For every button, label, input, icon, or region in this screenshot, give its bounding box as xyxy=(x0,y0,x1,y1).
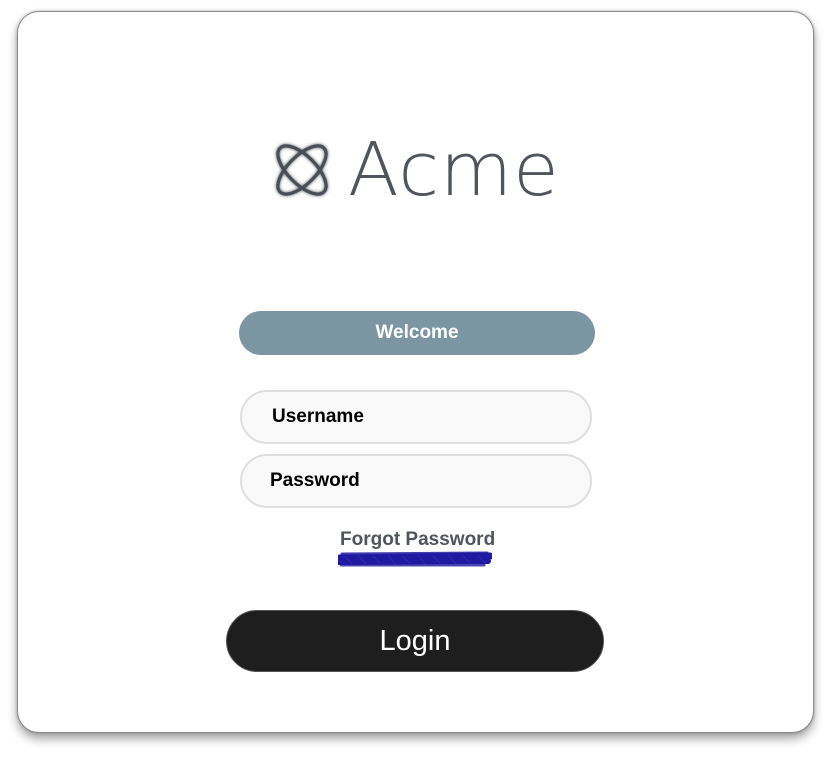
forgot-password-area: Forgot Password xyxy=(338,529,495,571)
brand-name: Acme xyxy=(348,127,560,213)
username-field[interactable] xyxy=(240,390,592,444)
welcome-banner: Welcome xyxy=(239,311,595,355)
password-field[interactable] xyxy=(240,454,592,508)
underline-scribble xyxy=(338,551,492,567)
orbit-logo-icon xyxy=(268,136,336,204)
brand-logo: Acme xyxy=(268,130,560,210)
login-button[interactable]: Login xyxy=(226,610,604,672)
